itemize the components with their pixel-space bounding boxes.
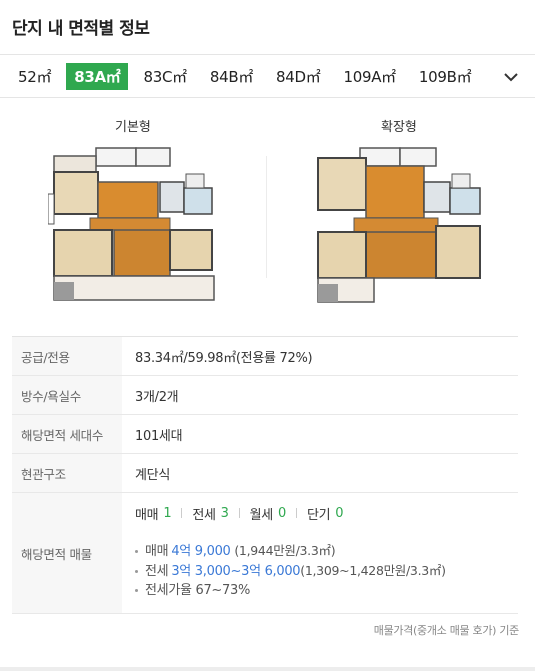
bullet-icon: [135, 570, 138, 573]
price-per-area: (1,309~1,428만원/3.3㎡): [300, 563, 446, 578]
count-label[interactable]: 단기: [307, 504, 331, 523]
tab-109b[interactable]: 109B㎡: [411, 63, 479, 90]
info-value: 101세대: [135, 428, 183, 444]
count-value[interactable]: 0: [278, 506, 286, 521]
tab-83a[interactable]: 83A㎡: [66, 62, 129, 90]
count-divider: [295, 508, 297, 518]
floorplan-basic-title: 기본형: [115, 120, 151, 135]
price-value: 3억 3,000~3억 6,000: [171, 564, 301, 579]
bullet-icon: [135, 589, 138, 592]
count-label[interactable]: 전세: [192, 504, 216, 523]
floorplan-extended-title: 확장형: [381, 120, 417, 135]
info-row-listings: 해당면적 매물 매매 1 전세 3 월세 0 단기 0 매매 4억 9,000 (…: [12, 493, 518, 614]
listing-counts: 매매 1 전세 3 월세 0 단기 0: [135, 503, 344, 523]
info-value: 3개/2개: [135, 389, 179, 405]
tab-84b[interactable]: 84B㎡: [202, 63, 261, 90]
floorplan-extended-image[interactable]: [314, 146, 484, 306]
info-label: 공급/전용: [12, 337, 122, 375]
info-row-households: 해당면적 세대수 101세대: [12, 415, 518, 454]
info-row-rooms: 방수/욕실수 3개/2개: [12, 376, 518, 415]
listings-value: 매매 1 전세 3 월세 0 단기 0 매매 4억 9,000 (1,944만원/…: [122, 493, 518, 613]
info-label: 현관구조: [12, 454, 122, 492]
count-label[interactable]: 매매: [135, 504, 159, 523]
listing-details: 매매 4억 9,000 (1,944만원/3.3㎡) 전세 3억 3,000~3억 …: [135, 541, 446, 601]
info-label: 해당면적 매물: [12, 493, 122, 613]
area-info-table: 공급/전용 83.34㎡/59.98㎡(전용률 72%) 방수/욕실수 3개/2…: [12, 336, 518, 614]
list-item: 매매 4억 9,000 (1,944만원/3.3㎡): [135, 541, 446, 561]
info-value: 계단식: [135, 467, 170, 483]
section-title: 단지 내 면적별 정보: [12, 19, 150, 39]
section-header: 단지 내 면적별 정보: [0, 0, 535, 54]
tab-84d[interactable]: 84D㎡: [268, 63, 328, 90]
info-row-entrance: 현관구조 계단식: [12, 454, 518, 493]
count-label[interactable]: 월세: [250, 504, 274, 523]
section-divider: [0, 667, 535, 671]
bullet-icon: [135, 550, 138, 553]
list-item: 전세가율 67~73%: [135, 581, 446, 601]
count-value[interactable]: 1: [163, 506, 171, 521]
list-item: 전세 3억 3,000~3억 6,000(1,309~1,428만원/3.3㎡): [135, 561, 446, 581]
floorplan-basic-image[interactable]: [48, 146, 218, 306]
tab-83c[interactable]: 83C㎡: [135, 63, 194, 90]
info-row-supply: 공급/전용 83.34㎡/59.98㎡(전용률 72%): [12, 337, 518, 376]
price-per-area: (1,944만원/3.3㎡): [234, 543, 336, 558]
area-tabs: 52㎡ 83A㎡ 83C㎡ 84B㎡ 84D㎡ 109A㎡ 109B㎡: [0, 54, 535, 98]
info-value: 83.34㎡/59.98㎡(전용률 72%): [135, 350, 313, 366]
info-label: 해당면적 세대수: [12, 415, 122, 453]
count-divider: [181, 508, 183, 518]
tab-52[interactable]: 52㎡: [10, 63, 59, 90]
count-divider: [238, 508, 240, 518]
info-label: 방수/욕실수: [12, 376, 122, 414]
price-value: 4억 9,000: [171, 544, 231, 559]
price-footnote: 매물가격(중개소 매물 호가) 기준: [373, 624, 520, 637]
floorplan-section: 기본형 확장형: [0, 98, 535, 318]
count-value[interactable]: 0: [335, 506, 343, 521]
tab-109a[interactable]: 109A㎡: [335, 63, 403, 90]
floorplan-divider: [266, 156, 267, 278]
count-value[interactable]: 3: [221, 506, 229, 521]
chevron-down-icon[interactable]: [501, 67, 521, 87]
